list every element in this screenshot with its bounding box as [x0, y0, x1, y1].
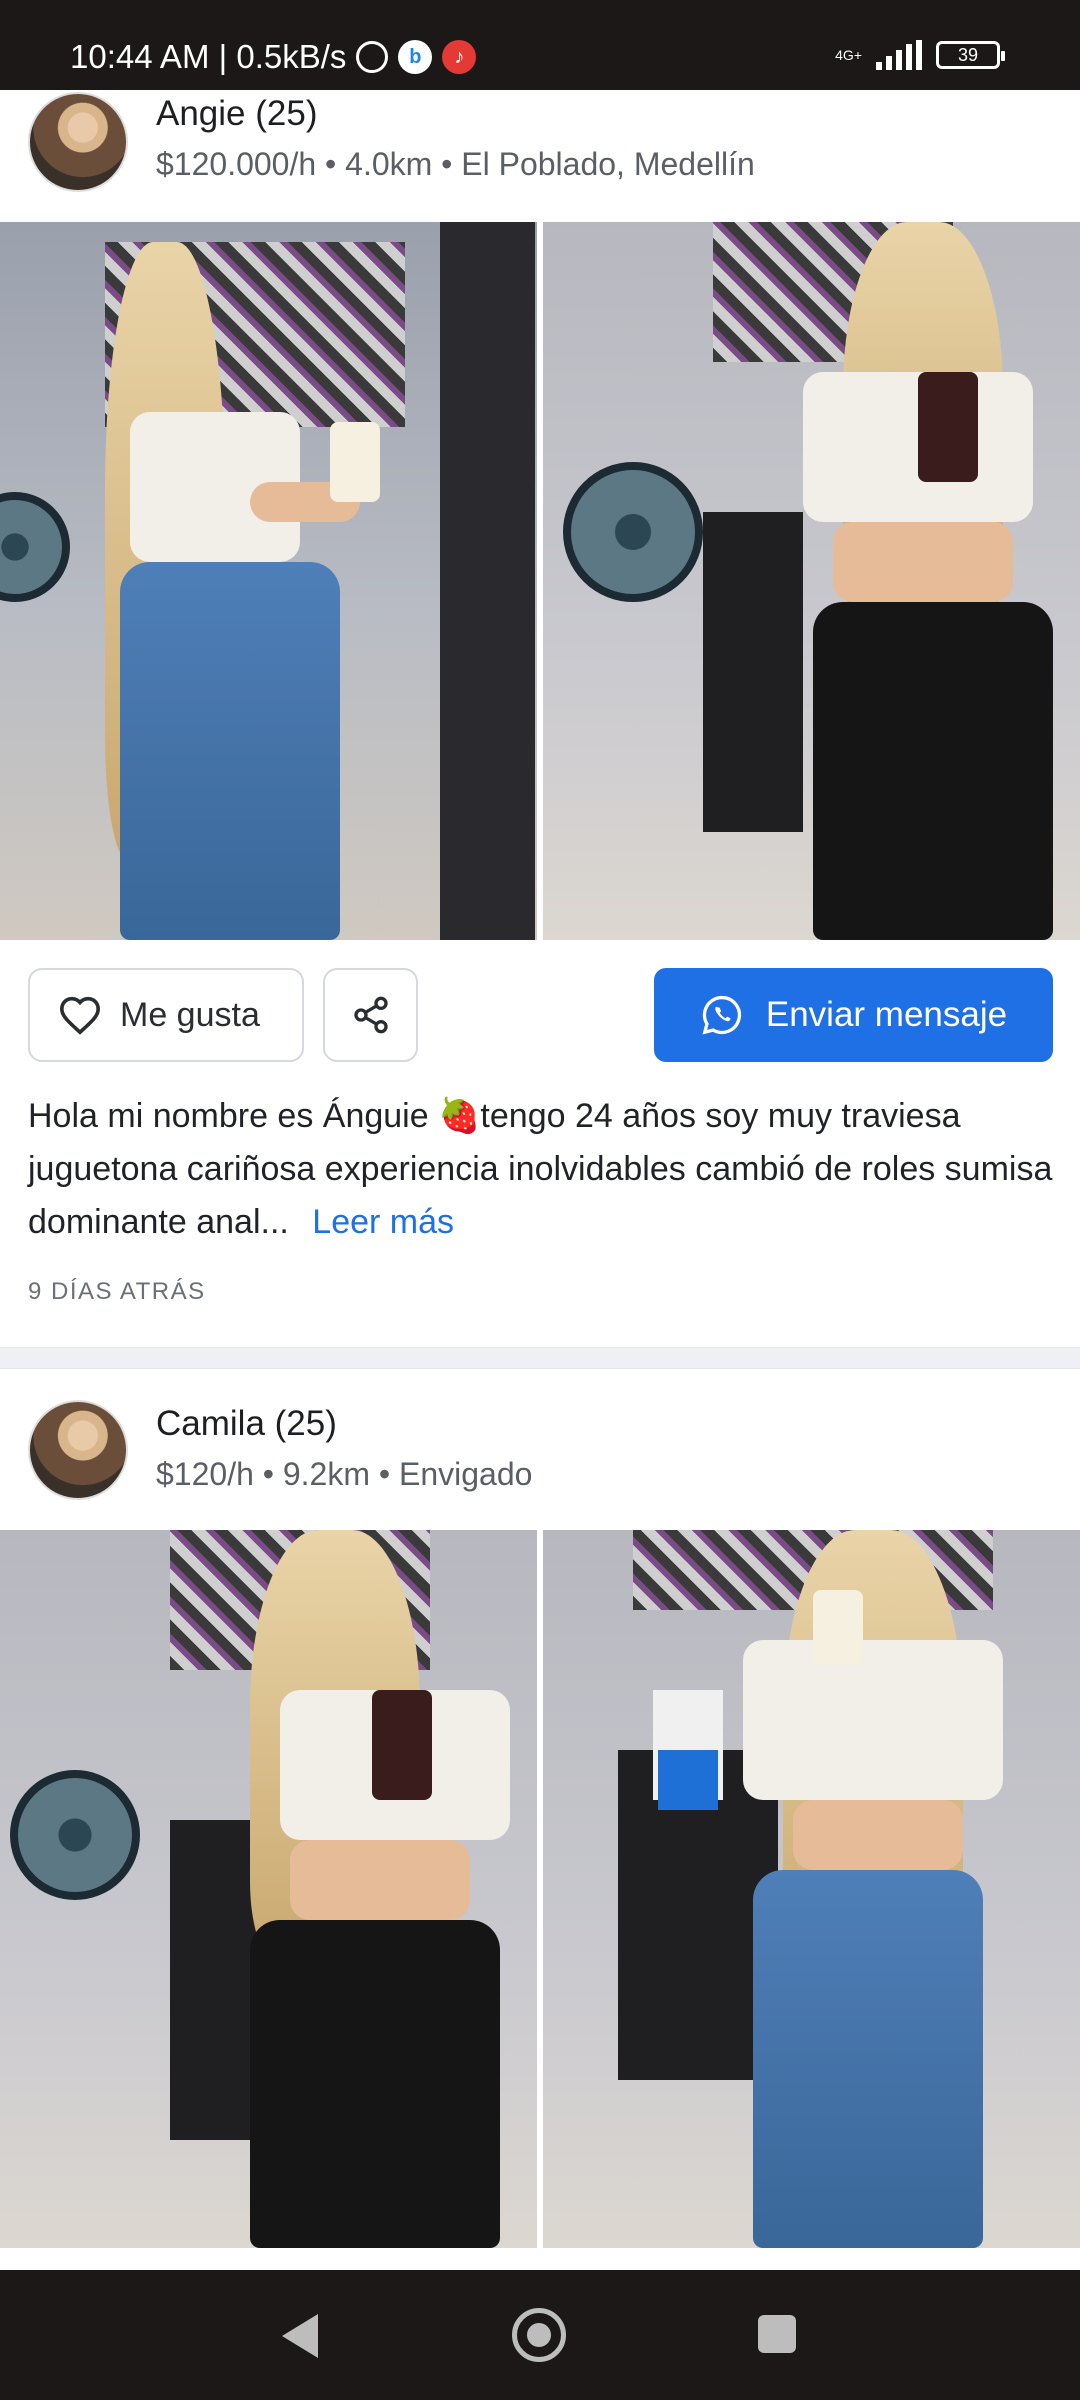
post-header[interactable]: Camila (25) $120/h • 9.2km • Envigado — [0, 1398, 1080, 1528]
status-left: 10:44 AM | 0.5kB/s b ♪ — [70, 38, 477, 76]
share-icon — [353, 996, 388, 1034]
photo-gallery[interactable] — [0, 1530, 1080, 2248]
profile-meta: $120.000/h • 4.0km • El Poblado, Medellí… — [156, 146, 755, 182]
bing-icon: b — [398, 40, 433, 74]
photo-1[interactable] — [0, 1530, 537, 2248]
profile-meta: $120/h • 9.2km • Envigado — [156, 1456, 533, 1492]
battery-icon: 39 — [936, 41, 1005, 69]
description-text: Hola mi nombre es Ánguie 🍓tengo 24 años … — [28, 1097, 1053, 1241]
like-button[interactable]: Me gusta — [28, 968, 304, 1062]
signal-icon — [876, 40, 922, 70]
heart-icon — [59, 996, 101, 1035]
avatar[interactable] — [28, 92, 128, 192]
whatsapp-icon — [702, 995, 741, 1035]
post-description: Hola mi nombre es Ánguie 🍓tengo 24 años … — [28, 1090, 1058, 1249]
avatar[interactable] — [28, 1400, 128, 1500]
photo-2[interactable] — [543, 222, 1080, 940]
battery-level: 39 — [957, 44, 979, 65]
recent-apps-icon[interactable] — [758, 2315, 796, 2353]
profile-name[interactable]: Camila (25) — [156, 1404, 337, 1444]
like-label: Me gusta — [120, 995, 260, 1034]
network-type: 4G+ — [835, 47, 862, 63]
back-icon[interactable] — [282, 2314, 318, 2358]
home-icon[interactable] — [512, 2308, 566, 2362]
read-more-link[interactable]: Leer más — [312, 1203, 454, 1241]
status-bar: 10:44 AM | 0.5kB/s b ♪ 4G+ 39 — [0, 0, 1080, 90]
system-nav-bar — [0, 2270, 1080, 2400]
status-right: 4G+ 39 — [835, 40, 1005, 70]
share-button[interactable] — [323, 968, 418, 1062]
profile-name[interactable]: Angie (25) — [156, 94, 317, 134]
photo-1[interactable] — [0, 222, 537, 940]
status-time-speed: 10:44 AM | 0.5kB/s — [70, 38, 347, 75]
send-message-label: Enviar mensaje — [765, 995, 1008, 1034]
alarm-icon — [356, 41, 389, 73]
post-divider — [0, 1347, 1080, 1369]
post-time: 9 DÍAS ATRÁS — [28, 1278, 206, 1305]
post-header[interactable]: Angie (25) $120.000/h • 4.0km • El Pobla… — [0, 90, 1080, 220]
send-message-button[interactable]: Enviar mensaje — [654, 968, 1053, 1062]
photo-2[interactable] — [543, 1530, 1080, 2248]
post-actions: Me gusta Enviar mensaje — [0, 968, 1080, 1064]
photo-gallery[interactable] — [0, 222, 1080, 940]
tiktok-icon: ♪ — [442, 40, 477, 74]
